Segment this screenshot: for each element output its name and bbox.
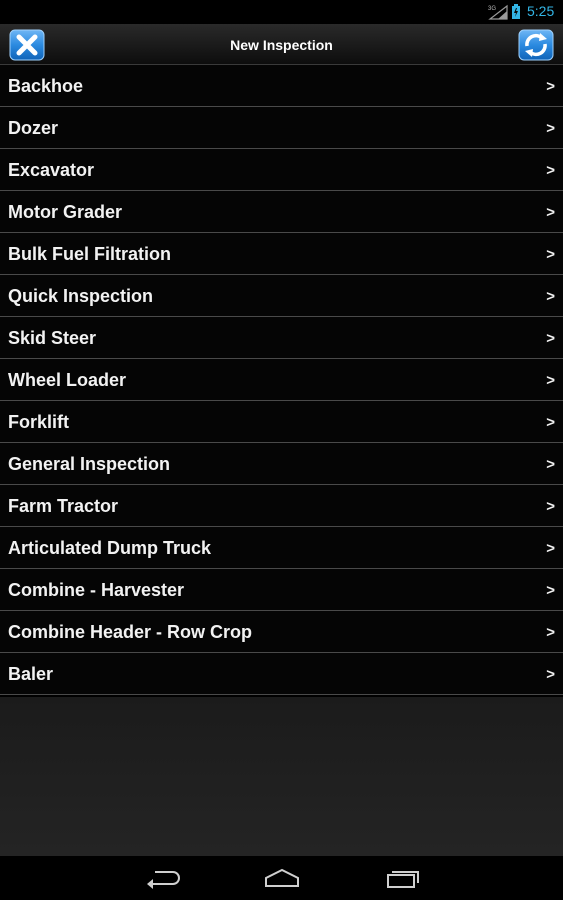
list-item-label: Forklift [8,412,69,432]
chevron-right-icon: > [546,414,555,431]
chevron-right-icon: > [546,540,555,557]
close-icon[interactable] [9,29,45,61]
screen: 3G 5:25 New Inspection Backhoe > Dozer >… [0,0,563,900]
network-type-label: 3G [488,6,496,12]
chevron-right-icon: > [546,120,555,137]
list-item-label: Articulated Dump Truck [8,538,212,558]
list-item-label: Bulk Fuel Filtration [8,244,172,264]
back-icon[interactable] [143,866,183,890]
list-item[interactable]: Wheel Loader > [0,359,563,401]
list-item-label: Baler [8,664,54,684]
status-time: 5:25 [527,3,555,19]
chevron-right-icon: > [546,162,555,179]
chevron-right-icon: > [546,246,555,263]
list-item-label: Quick Inspection [8,286,154,306]
chevron-right-icon: > [546,372,555,389]
list-item[interactable]: Articulated Dump Truck > [0,527,563,569]
list-item-label: Farm Tractor [8,496,119,516]
inspection-type-list: Backhoe > Dozer > Excavator > Motor Grader > Bul… [0,65,563,695]
chevron-right-icon: > [546,666,555,683]
list-item[interactable]: Forklift > [0,401,563,443]
chevron-right-icon: > [546,456,555,473]
chevron-right-icon: > [546,582,555,599]
list-item-label: Motor Grader [8,202,123,222]
chevron-right-icon: > [546,204,555,221]
nav-bar [0,856,563,900]
list-item[interactable]: Baler > [0,653,563,695]
list-item[interactable]: General Inspection > [0,443,563,485]
list-item-label: Dozer [8,118,59,138]
status-bar: 3G 5:25 [0,0,563,24]
chevron-right-icon: > [546,78,555,95]
list-item[interactable]: Backhoe > [0,65,563,107]
list-item[interactable]: Dozer > [0,107,563,149]
recents-icon[interactable] [382,866,422,890]
list-item[interactable]: Motor Grader > [0,191,563,233]
list-item-label: Backhoe [8,76,84,96]
list-item[interactable]: Combine Header - Row Crop > [0,611,563,653]
page-title: New Inspection [230,37,333,53]
list-item-label: Combine Header - Row Crop [8,622,253,642]
refresh-icon[interactable] [518,29,554,61]
list-item[interactable]: Bulk Fuel Filtration > [0,233,563,275]
list-item-label: Wheel Loader [8,370,127,390]
chevron-right-icon: > [546,330,555,347]
chevron-right-icon: > [546,498,555,515]
chevron-right-icon: > [546,288,555,305]
home-icon[interactable] [262,866,302,890]
list-item-label: Excavator [8,160,95,180]
list-item[interactable]: Quick Inspection > [0,275,563,317]
list-item-label: Combine - Harvester [8,580,185,600]
list-item[interactable]: Skid Steer > [0,317,563,359]
chevron-right-icon: > [546,624,555,641]
list-item[interactable]: Excavator > [0,149,563,191]
list-item[interactable]: Combine - Harvester > [0,569,563,611]
signal-icon: 3G [488,4,508,20]
list-item[interactable]: Farm Tractor > [0,485,563,527]
list-item-label: General Inspection [8,454,171,474]
header: New Inspection [0,24,563,65]
battery-icon [512,4,520,19]
list-empty-area [0,697,563,856]
list-item-label: Skid Steer [8,328,97,348]
